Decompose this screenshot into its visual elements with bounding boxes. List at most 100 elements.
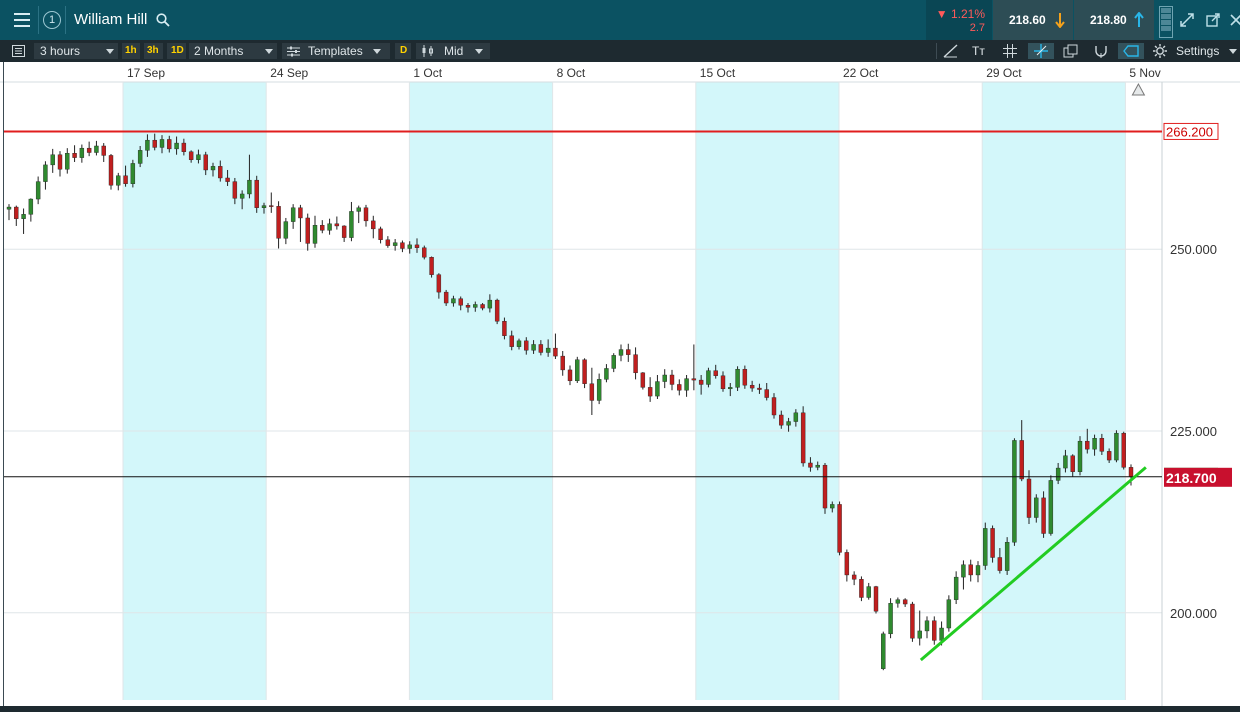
candle-body [1026,478,1032,518]
candle-body [86,147,92,153]
price-chart[interactable]: 17 Sep 24 Sep 1 Oct 8 Oct 15 Oct 22 Oct 29 Oct… [0,62,1240,712]
sell-price: 218.60 [1009,13,1046,27]
candle-body [218,166,223,179]
candle-body [647,387,653,397]
candle-body [79,147,85,158]
divider [38,6,39,34]
candle-body [392,242,398,246]
settings-label[interactable]: Settings [1176,40,1219,62]
candle-body [866,586,871,598]
crosshair-icon [1034,44,1048,58]
magnet-icon[interactable] [1094,44,1108,58]
candle-body [167,139,172,150]
candle-body [895,599,901,604]
candle-body [487,299,493,309]
candle-body [531,344,536,351]
candle-body [822,464,828,509]
candle-body [327,223,332,231]
candle-body [946,599,952,629]
candle-body [276,206,281,239]
candle-body [516,340,522,347]
candle-body [137,150,143,164]
x-tick-label: 8 Oct [557,66,586,80]
list-icon[interactable] [12,45,25,57]
search-icon[interactable] [156,13,170,27]
candle-body [800,412,806,464]
change-percent: ▼ 1.21% [935,7,985,21]
candle-body [684,378,689,391]
candle-body [691,378,697,381]
candle-body [873,586,879,612]
instrument-title[interactable]: William Hill [74,11,147,28]
candle-body [764,389,769,398]
candle-body [1019,440,1024,480]
chevron-down-icon [475,49,483,54]
divider [936,43,937,59]
menu-icon[interactable] [6,4,38,36]
sell-button[interactable]: 218.60 [993,0,1073,40]
candle-body [465,305,471,308]
candle-body [57,154,63,170]
candle-body [545,347,551,353]
y-tick-label: 250.000 [1170,242,1217,257]
d-badge-label: D [400,45,408,56]
resistance-label: 266.200 [1166,124,1213,139]
candle-body [174,142,179,150]
layers-icon[interactable] [1063,44,1078,58]
candle-body [844,552,850,576]
candle-body [793,412,799,422]
watchlist-number-badge[interactable]: 1 [43,11,61,29]
candle-body [443,291,449,304]
candle-body [1048,480,1054,534]
chevron-down-icon [106,49,114,54]
price-type-label: Mid [444,44,464,58]
candle-body [975,565,981,576]
candle-body [94,145,99,153]
candle-body [997,557,1003,571]
event-marker-icon [1131,82,1146,96]
candle-body [436,274,442,293]
candle-body [159,139,165,148]
candle-body [261,205,267,208]
candle-body [494,299,500,322]
text-tool-icon[interactable]: Tт [972,40,985,62]
candle-body [779,414,784,426]
buy-button[interactable]: 218.80 [1074,0,1154,40]
candle-body [196,154,201,160]
candle-body [451,298,456,304]
candle-body [961,564,966,578]
range-label: 2 Months [194,44,244,58]
gear-icon[interactable] [1153,44,1167,58]
candle-body [698,379,704,385]
candle-body [1070,455,1075,472]
date-axis-bar [0,62,1240,82]
candle-body [990,528,995,558]
candle-body [203,154,208,171]
grid-icon[interactable] [1003,44,1017,58]
expand-icon[interactable] [1180,13,1194,27]
candle-body [473,304,478,308]
chart-canvas[interactable]: 17 Sep 24 Sep 1 Oct 8 Oct 15 Oct 22 Oct 29 Oct… [0,62,1240,712]
candle-body [983,528,988,566]
close-icon[interactable] [1230,14,1240,26]
depth-indicator-icon[interactable] [1159,6,1173,38]
chart-toolbar: 3 hours 1h 3h 1D 2 Months Templates D Mi… [0,40,1240,62]
candle-body [596,379,602,401]
candle-body [968,564,973,576]
candle-body [1106,451,1112,461]
draw-line-icon[interactable] [943,44,958,58]
candle-body [363,207,369,222]
candle-body [633,354,638,374]
candle-body [341,225,347,238]
popout-icon[interactable] [1206,13,1220,27]
buy-arrow-up-icon [1134,12,1144,27]
candle-body [188,151,194,160]
candle-body [247,179,252,195]
candle-body [349,211,354,238]
candle-body [917,630,922,639]
chevron-down-icon [1229,49,1237,54]
candle-body [414,244,420,248]
candle-body [254,179,259,208]
x-tick-label: 29 Oct [986,66,1022,80]
candle-body [910,603,915,639]
